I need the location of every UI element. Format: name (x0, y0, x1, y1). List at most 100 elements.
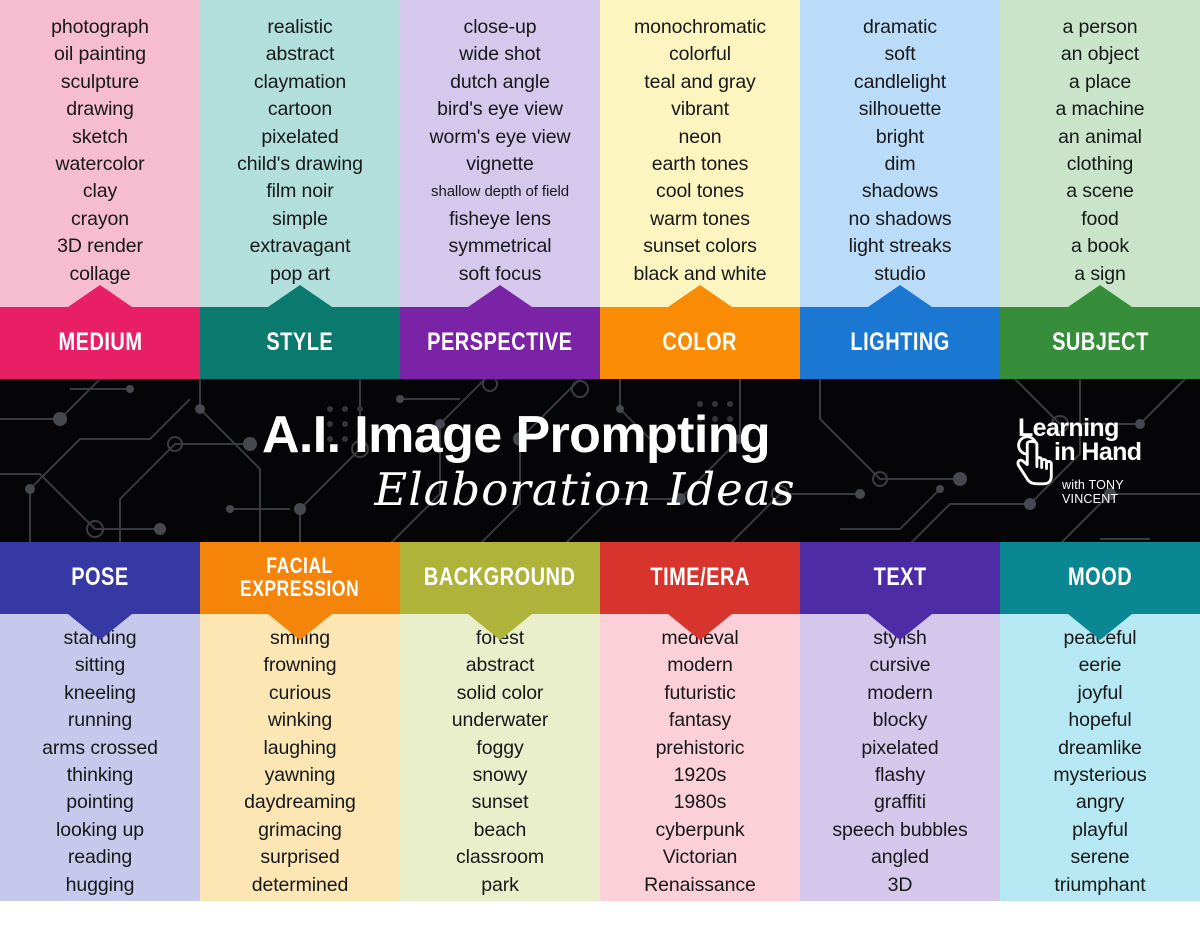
word-item: a scene (1066, 180, 1134, 203)
category-band-perspective[interactable]: PERSPECTIVE (400, 285, 600, 379)
word-item: drawing (66, 98, 134, 121)
word-item: snowy (472, 764, 528, 787)
category-label: STYLE (266, 328, 334, 357)
word-item: candlelight (853, 70, 947, 93)
word-column-style: realistic abstract claymation cartoon pixela… (200, 0, 400, 307)
word-item: close-up (463, 16, 537, 38)
word-item: triumphant (1054, 873, 1146, 896)
word-item: cool tones (656, 180, 744, 203)
word-item: sketch (72, 125, 128, 148)
word-item: clay (82, 180, 118, 203)
band-down-arrow-icon (668, 614, 732, 640)
word-item: film noir (266, 180, 334, 203)
band-down-arrow-icon (1068, 614, 1132, 640)
category-band-subject[interactable]: SUBJECT (1000, 285, 1200, 379)
word-item: soft focus (458, 262, 542, 285)
word-item: arms crossed (42, 736, 158, 759)
word-column-medium: photograph oil painting sculpture drawing sk… (0, 0, 200, 307)
category-label: COLOR (662, 328, 738, 357)
band-up-arrow-icon (68, 285, 132, 307)
word-item: angry (1075, 791, 1125, 814)
word-column-text: stylish cursive modern blocky pixelated flash… (800, 614, 1000, 901)
word-item: no shadows (848, 207, 952, 230)
word-item: black and white (633, 262, 767, 285)
word-item: dramatic (863, 16, 937, 38)
word-item: dim (884, 153, 916, 176)
category-band-time-era[interactable]: TIME/ERA (600, 542, 800, 640)
band-down-arrow-icon (868, 614, 932, 640)
word-item: sunset (471, 791, 529, 814)
poster-subtitle: Elaboration Ideas (374, 463, 796, 516)
category-band-background[interactable]: BACKGROUND (400, 542, 600, 640)
category-label: TIME/ERA (650, 563, 750, 592)
band-up-arrow-icon (868, 285, 932, 307)
bottom-category-bands: POSE FACIAL EXPRESSION BACKGROUND TIME/ERA T… (0, 542, 1200, 640)
category-label: PERSPECTIVE (427, 328, 573, 357)
word-item: graffiti (874, 791, 926, 814)
word-item: worm's eye view (429, 125, 571, 148)
word-item: shallow depth of field (431, 183, 569, 201)
category-band-lighting[interactable]: LIGHTING (800, 285, 1000, 379)
word-item: thinking (66, 764, 134, 787)
word-item: clothing (1066, 153, 1134, 176)
word-item: studio (874, 262, 926, 285)
word-item: teal and gray (644, 70, 756, 93)
poster-title: A.I. Image Prompting (261, 406, 771, 464)
word-item: 3D (887, 873, 913, 896)
word-item: laughing (263, 736, 337, 759)
category-label: LIGHTING (850, 328, 950, 357)
word-item: silhouette (858, 98, 942, 121)
word-column-mood: peaceful eerie joyful hopeful dreamlike myste… (1000, 614, 1200, 901)
infographic-poster: photograph oil painting sculpture drawing sk… (0, 0, 1200, 927)
word-item: pixelated (861, 736, 939, 759)
word-item: fisheye lens (449, 207, 551, 230)
word-item: cartoon (267, 98, 333, 121)
category-band-pose[interactable]: POSE (0, 542, 200, 640)
banner-content: A.I. Image Prompting Elaboration Ideas L… (0, 379, 1200, 542)
word-item: sculpture (60, 70, 140, 93)
category-band-style[interactable]: STYLE (200, 285, 400, 379)
word-item: wide shot (459, 43, 541, 66)
word-item: watercolor (55, 153, 145, 176)
word-item: a person (1062, 16, 1138, 38)
word-item: daydreaming (244, 791, 356, 814)
category-band-text[interactable]: TEXT (800, 542, 1000, 640)
word-item: flashy (874, 764, 926, 787)
word-item: underwater (451, 709, 549, 732)
title-banner: A.I. Image Prompting Elaboration Ideas L… (0, 379, 1200, 542)
word-column-perspective: close-up wide shot dutch angle bird's eye v… (400, 0, 600, 307)
word-item: Renaissance (644, 873, 756, 896)
word-item: a book (1071, 235, 1129, 258)
category-band-medium[interactable]: MEDIUM (0, 285, 200, 379)
word-item: vignette (466, 153, 534, 176)
word-item: reading (67, 846, 133, 869)
category-band-facial-expression[interactable]: FACIAL EXPRESSION (200, 542, 400, 640)
word-column-time-era: medieval modern futuristic fantasy prehistor… (600, 614, 800, 901)
word-item: solid color (456, 681, 544, 704)
word-item: a machine (1055, 98, 1145, 121)
word-item: cursive (869, 654, 931, 677)
word-item: earth tones (651, 153, 749, 176)
category-band-color[interactable]: COLOR (600, 285, 800, 379)
word-item: hopeful (1068, 709, 1132, 732)
band-up-arrow-icon (1068, 285, 1132, 307)
word-item: modern (867, 681, 933, 704)
word-item: sunset colors (643, 235, 757, 258)
word-item: a sign (1074, 262, 1126, 285)
word-item: pointing (66, 791, 134, 814)
word-item: frowning (263, 654, 337, 677)
word-item: running (67, 709, 133, 732)
word-item: looking up (56, 818, 144, 841)
word-item: speech bubbles (832, 818, 968, 841)
word-item: pixelated (261, 125, 339, 148)
word-item: surprised (260, 846, 340, 869)
category-label: FACIAL EXPRESSION (240, 553, 360, 601)
word-item: soft (884, 43, 916, 66)
word-item: Victorian (662, 846, 738, 869)
word-item: grimacing (258, 818, 342, 841)
word-column-facial-expression: smiling frowning curious winking laughing yaw… (200, 614, 400, 901)
word-item: modern (667, 654, 733, 677)
word-item: dutch angle (450, 70, 550, 93)
category-band-mood[interactable]: MOOD (1000, 542, 1200, 640)
word-item: 1920s (673, 764, 727, 787)
